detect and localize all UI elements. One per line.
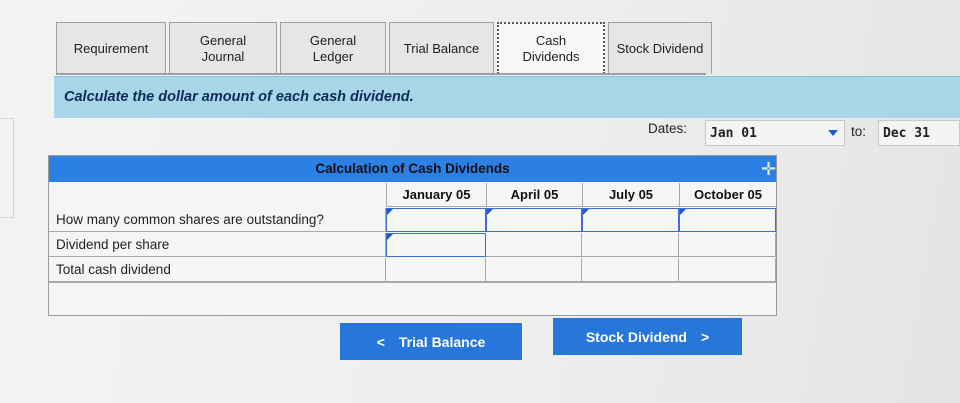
tab-label: Requirement [73, 40, 149, 56]
cell-dividend-per-share-april-05 [486, 233, 582, 257]
cash-dividends-table: Calculation of Cash Dividends ✛ January … [48, 155, 777, 316]
tab-underline [56, 73, 706, 75]
tab-general-ledger[interactable]: General Ledger [280, 22, 386, 74]
date-to-value: Dec 31 [883, 126, 930, 141]
date-to-field: Dec 31 [878, 120, 960, 146]
input-shares-april-05[interactable] [486, 208, 582, 232]
tab-stock-dividend[interactable]: Stock Dividend [608, 22, 712, 74]
column-header-january-05: January 05 [386, 183, 486, 207]
date-from-value: Jan 01 [710, 126, 757, 141]
column-header-october-05: October 05 [679, 183, 776, 207]
tab-label: General Journal [199, 32, 247, 64]
tab-bar: Requirement General Journal General Ledg… [56, 22, 712, 74]
input-shares-july-05[interactable] [582, 208, 679, 232]
cell-total-january-05[interactable] [386, 258, 486, 282]
tab-label: Stock Dividend [616, 40, 704, 56]
chevron-left-icon: < [376, 333, 385, 350]
row-label-shares-outstanding: How many common shares are outstanding? [49, 208, 386, 232]
column-header-april-05: April 05 [486, 183, 582, 207]
row-label-total-cash-dividend: Total cash dividend [49, 258, 386, 282]
tab-requirement[interactable]: Requirement [56, 22, 166, 74]
cell-total-october-05[interactable] [679, 258, 776, 282]
chevron-down-icon [828, 130, 838, 136]
tab-label: Cash Dividends [522, 33, 580, 64]
input-shares-october-05[interactable] [679, 208, 776, 232]
row-label-dividend-per-share: Dividend per share [49, 233, 386, 257]
cell-dividend-per-share-october-05 [679, 233, 776, 257]
column-header-july-05: July 05 [582, 183, 679, 207]
table-title: Calculation of Cash Dividends [49, 156, 776, 182]
left-panel-edge [0, 118, 14, 218]
tab-cash-dividends[interactable]: Cash Dividends [497, 22, 605, 74]
tab-label: Trial Balance [403, 40, 480, 56]
prev-button-label: Trial Balance [398, 333, 486, 350]
input-shares-january-05[interactable] [386, 208, 486, 232]
tab-general-journal[interactable]: General Journal [169, 22, 277, 74]
date-to-label: to: [851, 124, 867, 139]
tab-label: General Ledger [309, 32, 357, 64]
tab-trial-balance[interactable]: Trial Balance [389, 22, 494, 74]
plus-icon[interactable]: ✛ [761, 160, 777, 178]
dates-label-text: Dates: [648, 121, 688, 136]
cell-dividend-per-share-july-05 [582, 233, 679, 257]
next-button-label: Stock Dividend [585, 328, 687, 345]
date-from-select[interactable]: Jan 01 [705, 120, 845, 146]
cell-total-july-05[interactable] [582, 258, 679, 282]
cell-total-april-05[interactable] [486, 258, 582, 282]
chevron-right-icon: > [700, 328, 710, 345]
prev-trial-balance-button[interactable]: < Trial Balance [340, 323, 522, 360]
instruction-banner: Calculate the dollar amount of each cash… [54, 76, 960, 118]
instruction-text: Calculate the dollar amount of each cash… [64, 89, 414, 105]
input-dividend-per-share-january-05[interactable] [386, 233, 486, 257]
dates-label: Dates: [648, 121, 687, 136]
table-footer [49, 282, 776, 316]
next-stock-dividend-button[interactable]: Stock Dividend > [553, 318, 742, 355]
